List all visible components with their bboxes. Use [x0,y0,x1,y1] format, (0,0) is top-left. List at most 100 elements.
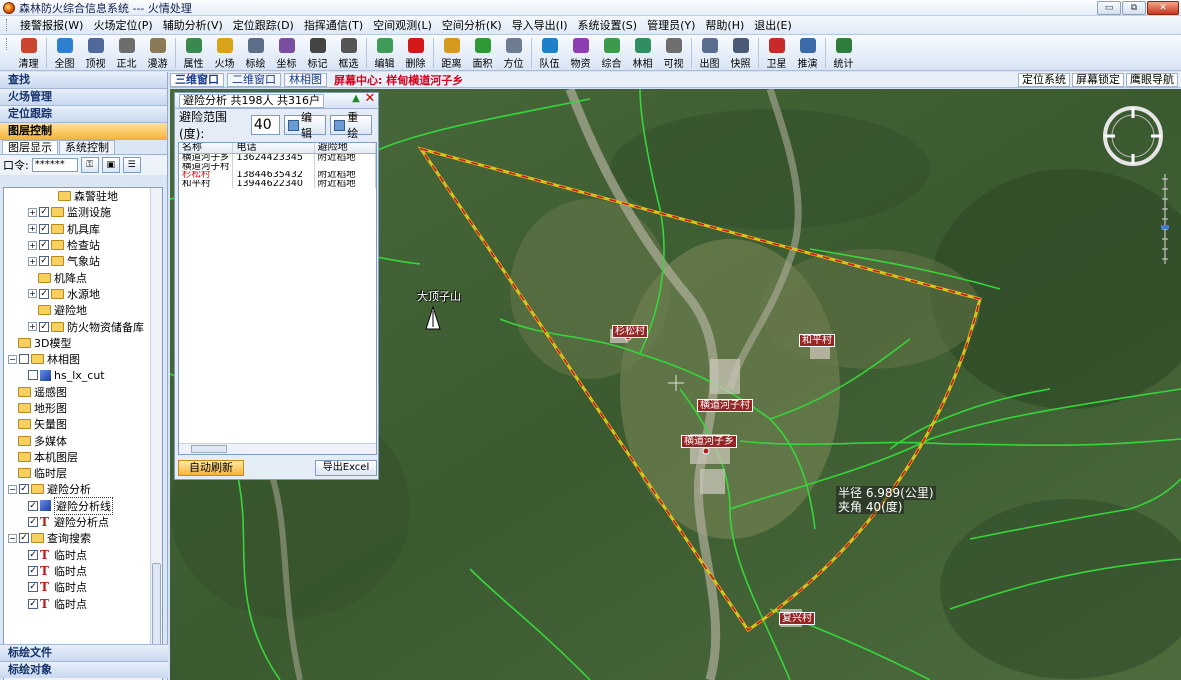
tree-node[interactable]: ✓ T 临时点 [4,579,162,595]
tree-node[interactable]: 森警驻地 [4,188,162,204]
expand-icon[interactable]: + [28,240,37,250]
toolbar-button-satellite[interactable]: 卫星 [763,38,790,70]
layer-checkbox[interactable]: ✓ [39,223,49,234]
nav-section-search[interactable]: 查找 [0,72,167,89]
table-row[interactable]: 横道河子村 [179,162,376,171]
toolbar-button-top-view[interactable]: 顶视 [82,38,109,70]
minimize-button[interactable]: ▭ [1097,1,1121,15]
layer-checkbox[interactable]: ✓ [39,288,49,299]
restore-button[interactable]: ⧉ [1122,1,1146,15]
toolbar-button-globe[interactable]: 全图 [51,38,78,70]
nav-section-tracking[interactable]: 定位跟踪 [0,106,167,123]
close-button[interactable]: ✕ [1147,1,1179,15]
toolbar-button-supplies[interactable]: 物资 [567,38,594,70]
layer-checkbox[interactable]: ✓ [28,582,38,593]
layer-checkbox[interactable]: ✓ [19,484,29,495]
tree-node[interactable]: 3D模型 [4,335,162,351]
menu-item[interactable]: 指挥通信(T) [299,17,368,33]
table-row[interactable]: 横道河子乡 13624423345 附近稻地 [179,154,376,163]
tree-node[interactable]: ✓ T 临时点 [4,563,162,579]
tree-node[interactable]: 机降点 [4,269,162,285]
menu-item[interactable]: 帮助(H) [700,17,749,33]
tree-node[interactable]: 避险地 [4,302,162,318]
layer-checkbox[interactable]: ✓ [39,321,49,332]
menu-item[interactable]: 导入导出(I) [507,17,573,33]
toolbar-button-forest[interactable]: 林相 [629,38,656,70]
toolbar-button-team[interactable]: 队伍 [536,38,563,70]
panel-close-icon[interactable]: ✕ [364,92,376,106]
layer-checkbox[interactable]: ✓ [28,565,38,576]
village-label-hengdao-township[interactable]: 横道河子乡 [681,435,737,448]
tree-node[interactable]: 多媒体 [4,432,162,448]
column-header-name[interactable]: 名称 [179,143,234,153]
menu-item[interactable]: 火场定位(P) [88,17,157,33]
table-row[interactable]: 和平村 13944622340 附近稻地 [179,179,376,188]
toolbar-button-edit[interactable]: 编辑 [371,38,398,70]
tree-node[interactable]: + ✓ 水源地 [4,286,162,302]
tab-3d-window[interactable]: 三维窗口 [170,72,224,87]
tree-node[interactable]: ✓ T 临时点 [4,547,162,563]
tree-node[interactable]: − ✓ 避险分析 [4,481,162,497]
menu-item[interactable]: 空间分析(K) [437,17,507,33]
table-row[interactable]: 杉松村 13844635432 附近稻地 [179,171,376,180]
range-input[interactable]: 40 [250,115,280,135]
toolbar-button-fire-scene[interactable]: 火场 [211,38,238,70]
tab-layer-display[interactable]: 图层显示 [2,140,58,154]
toolbar-button-broom[interactable]: 清理 [15,38,42,70]
village-label-shansong[interactable]: 杉松村 [612,325,648,338]
toolbar-button-distance[interactable]: 距离 [438,38,465,70]
menu-item[interactable]: 定位跟踪(D) [228,17,299,33]
tree-node[interactable]: + ✓ 防火物资储备库 [4,318,162,334]
tab-forest-map[interactable]: 林相图 [284,72,327,87]
collapse-icon[interactable]: − [8,484,17,494]
layer-checkbox[interactable]: ✓ [28,517,38,528]
expand-icon[interactable]: + [28,322,37,332]
toolbar-button-north-arrow[interactable]: 正北 [113,38,140,70]
panel-title-bar[interactable]: 避险分析 共198人 共316户 ▲ ✕ [175,92,378,109]
tree-node[interactable]: 临时层 [4,465,162,481]
toolbar-button-area[interactable]: 面积 [469,38,496,70]
tab-2d-window[interactable]: 二维窗口 [227,72,281,87]
password-input[interactable]: ****** [31,158,78,172]
menu-item[interactable]: 空间观测(L) [368,17,437,33]
tree-node[interactable]: + ✓ 检查站 [4,237,162,253]
tree-node[interactable]: ✓ 避险分析线 [4,496,162,515]
layer-checkbox[interactable]: ✓ [28,549,38,560]
nav-section-layer-control[interactable]: 图层控制 [0,123,167,140]
tree-node[interactable]: + ✓ 监测设施 [4,204,162,220]
layer-checkbox[interactable] [28,370,38,381]
redraw-button[interactable]: 重绘 [329,111,372,140]
expand-icon[interactable]: + [28,224,37,234]
screen-lock-button[interactable]: 屏幕锁定 [1072,73,1124,87]
menu-item[interactable]: 系统设置(S) [573,17,643,33]
tab-system-control[interactable]: 系统控制 [59,140,115,154]
table-horizontal-scrollbar[interactable] [179,443,376,454]
layer-checkbox[interactable] [19,354,29,365]
toolbar-button-box-select[interactable]: 框选 [335,38,362,70]
village-label-fuxing[interactable]: 复兴村 [779,612,815,625]
toolbar-button-pan-hand[interactable]: 漫游 [144,38,171,70]
tree-vertical-scrollbar[interactable] [150,188,162,680]
menu-item[interactable]: 退出(E) [749,17,797,33]
village-label-heping[interactable]: 和平村 [799,334,835,347]
collapse-icon[interactable]: − [8,533,17,543]
table-scroll-thumb[interactable] [191,445,227,453]
expand-icon[interactable]: + [28,289,37,299]
toolbar-button-marker[interactable]: 标记 [304,38,331,70]
tree-node[interactable]: ✓ T 临时点 [4,595,162,611]
nav-section-plot-objects[interactable]: 标绘对象 [0,661,168,678]
nav-section-plot-files[interactable]: 标绘文件 [0,644,168,661]
column-header-phone[interactable]: 电话 [233,143,315,153]
village-label-hengdao-village[interactable]: 横道河子村 [697,399,753,412]
layer-checkbox[interactable]: ✓ [28,500,38,511]
toolbar-button-delete[interactable]: 删除 [402,38,429,70]
toolbar-button-visibility[interactable]: 可视 [660,38,687,70]
menu-item[interactable]: 辅助分析(V) [158,17,228,33]
layer-add-icon[interactable]: ▣ [101,157,120,173]
export-excel-button[interactable]: 导出Excel [315,460,377,476]
column-header-refuge[interactable]: 避险地 [315,143,376,153]
tree-node[interactable]: 矢量图 [4,416,162,432]
tree-node[interactable]: − 林相图 [4,351,162,367]
toolbar-button-export-map[interactable]: 出图 [696,38,723,70]
toolbar-button-statistics[interactable]: 统计 [830,38,857,70]
